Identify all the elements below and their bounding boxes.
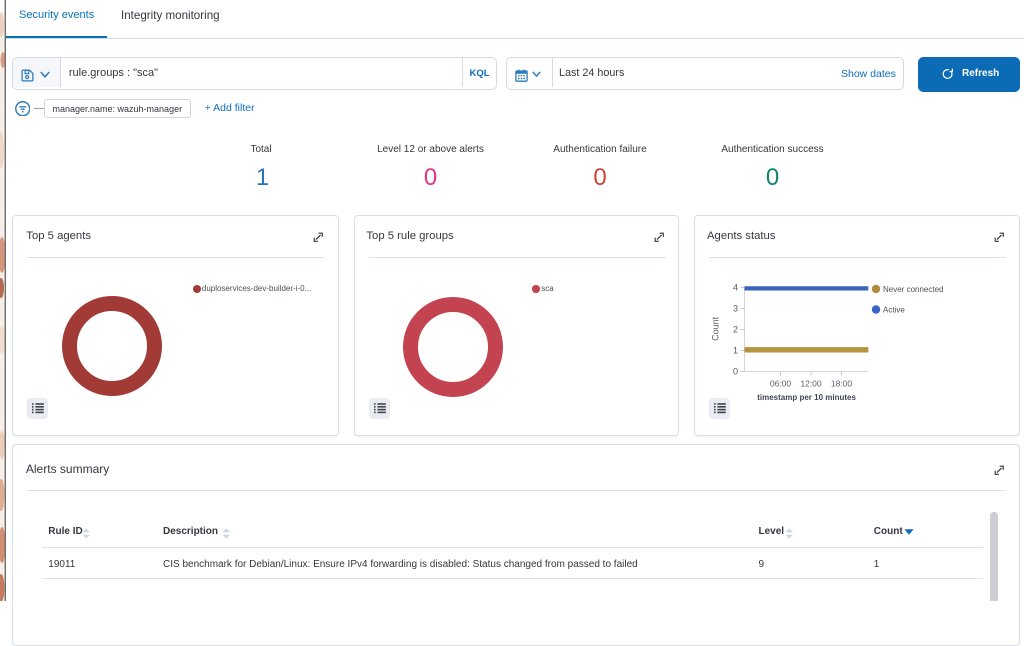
svg-text:06:00: 06:00 (770, 378, 792, 388)
svg-text:2: 2 (733, 325, 738, 335)
svg-text:Count: Count (711, 316, 721, 341)
svg-text:Never connected: Never connected (883, 285, 943, 294)
svg-text:3: 3 (733, 304, 738, 314)
svg-text:12:00: 12:00 (800, 378, 822, 388)
svg-text:timestamp per 10 minutes: timestamp per 10 minutes (757, 393, 856, 402)
svg-text:1: 1 (733, 346, 738, 356)
svg-text:0: 0 (733, 367, 738, 377)
svg-text:4: 4 (733, 283, 738, 293)
svg-text:Active: Active (883, 306, 905, 315)
svg-text:18:00: 18:00 (831, 378, 853, 388)
